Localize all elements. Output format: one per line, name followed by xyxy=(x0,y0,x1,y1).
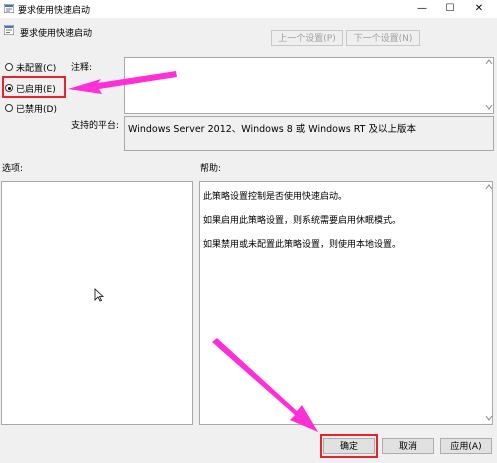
maximize-button[interactable]: ☐ xyxy=(436,0,464,18)
highlight-box-enabled xyxy=(2,76,66,98)
help-line: 如果禁用或未配置此策略设置，则使用本地设置。 xyxy=(203,240,402,250)
radio-label: 未配置(C) xyxy=(16,63,57,74)
next-setting-button[interactable]: 下一个设置(N) xyxy=(346,30,420,46)
supported-on-label: 支持的平台: xyxy=(71,121,120,131)
help-label: 帮助: xyxy=(200,164,222,174)
comment-field[interactable] xyxy=(124,57,494,114)
radio-button[interactable] xyxy=(5,63,13,71)
minimize-button[interactable]: — xyxy=(408,0,436,18)
comment-label: 注释: xyxy=(71,63,93,73)
close-button[interactable]: ✕ xyxy=(465,0,493,18)
apply-button[interactable]: 应用(A) xyxy=(440,438,492,454)
help-line: 如果启用此策略设置，则系统需要启用休眠模式。 xyxy=(203,216,402,226)
radio-label: 已禁用(D) xyxy=(16,104,57,115)
scroll-up-icon[interactable] xyxy=(485,59,493,65)
scroll-down-icon[interactable] xyxy=(485,104,493,110)
radio-button[interactable] xyxy=(5,104,13,112)
policy-setting-icon xyxy=(4,4,14,13)
help-line: 此策略设置控制是否使用快速启动。 xyxy=(203,192,348,202)
scroll-up-icon[interactable] xyxy=(485,184,493,190)
policy-setting-icon xyxy=(4,25,14,35)
scroll-down-icon[interactable] xyxy=(485,415,493,421)
radio-disabled[interactable]: 已禁用(D) xyxy=(5,101,57,115)
radio-not-configured[interactable]: 未配置(C) xyxy=(5,60,56,74)
previous-setting-button[interactable]: 上一个设置(P) xyxy=(271,30,343,46)
ok-button[interactable]: 确定 xyxy=(323,438,375,454)
policy-title: 要求使用快速启动 xyxy=(20,29,93,39)
mouse-pointer-icon xyxy=(94,288,104,302)
window-title: 要求使用快速启动 xyxy=(18,6,91,16)
cancel-button[interactable]: 取消 xyxy=(382,438,434,454)
options-pane xyxy=(1,181,193,425)
options-label: 选项: xyxy=(2,164,24,174)
supported-on-value: Windows Server 2012、Windows 8 或 Windows … xyxy=(128,124,416,135)
